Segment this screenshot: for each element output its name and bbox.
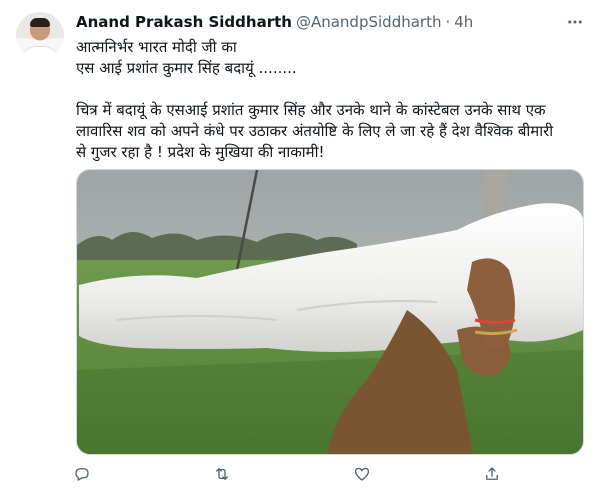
reply-icon[interactable] [70, 462, 94, 486]
avatar-shirt [22, 46, 58, 60]
avatar-hair [30, 18, 50, 27]
tweet-line: आत्मनिर्भर भारत मोदी जी का [76, 38, 237, 56]
tweet-photo[interactable] [76, 169, 584, 455]
tweet-line: लावारिस शव को अपने कंधे पर उठाकर अंतयोष्… [76, 122, 554, 140]
tweet-actions [70, 462, 510, 486]
tweet-line: एस आई प्रशांत कुमार सिंह बदायूं ........ [76, 59, 297, 77]
tweet-text: आत्मनिर्भर भारत मोदी जी का एस आई प्रशांत… [76, 37, 584, 163]
timestamp[interactable]: 4h [454, 13, 473, 31]
author-handle[interactable]: @AnandpSiddharth [296, 13, 442, 31]
separator-dot: · [445, 13, 451, 31]
author-name[interactable]: Anand Prakash Siddharth [76, 13, 292, 31]
tweet-line: से गुजर रहा है ! प्रदेश के मुखिया की नाक… [76, 143, 325, 161]
tweet-line: चित्र में बदायूं के एसआई प्रशांत कुमार स… [76, 101, 546, 119]
avatar[interactable] [16, 12, 64, 60]
tweet[interactable]: Anand Prakash Siddharth @AnandpSiddharth… [0, 0, 599, 496]
more-options-icon[interactable] [565, 12, 585, 32]
tweet-header: Anand Prakash Siddharth @AnandpSiddharth… [76, 12, 473, 32]
like-icon[interactable] [350, 462, 374, 486]
retweet-icon[interactable] [210, 462, 234, 486]
share-icon[interactable] [480, 462, 504, 486]
